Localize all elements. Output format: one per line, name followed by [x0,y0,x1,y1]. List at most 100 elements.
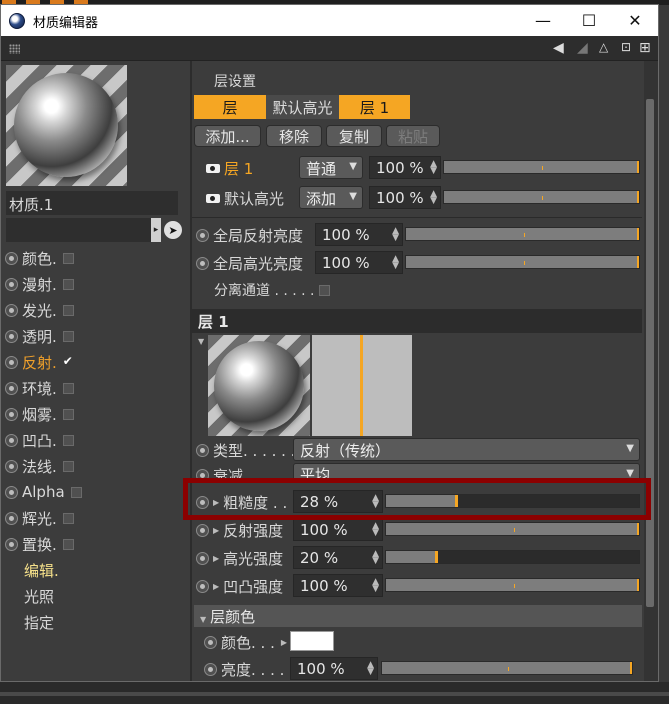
layer-opacity-input[interactable]: 100 % ▲ ▼ [369,186,441,209]
checkmark-icon[interactable]: ✔ [63,355,77,368]
channel-bump[interactable]: 凹凸. [5,428,74,452]
channel-alpha[interactable]: Alpha [5,480,82,504]
minimize-button[interactable]: — [520,5,566,36]
channel-checkbox[interactable] [62,512,74,524]
reflection-strength-slider[interactable] [385,522,640,536]
vertical-scrollbar[interactable] [644,61,658,681]
layer-select-field[interactable] [6,218,151,242]
channel-displacement[interactable]: 置换. [5,532,74,556]
channel-checkbox[interactable] [62,304,74,316]
expand-triangle-icon[interactable]: ▶ [213,554,219,563]
layer-opacity-input[interactable]: 100 % ▲ ▼ [369,156,441,179]
channel-checkbox[interactable] [62,382,74,394]
spinner-icon[interactable]: ▲ ▼ [392,227,399,243]
channel-checkbox[interactable] [62,330,74,342]
channel-transparency[interactable]: 透明. [5,324,74,348]
layer-preview[interactable] [208,335,310,436]
type-row[interactable]: 类型. . . . . . . [196,438,305,462]
specular-strength-row[interactable]: ▶ 高光强度 [196,546,283,570]
global-specular-slider[interactable] [405,255,640,269]
channel-environment[interactable]: 环境. [5,376,74,400]
channel-diffusion[interactable]: 漫射. [5,272,74,296]
up-arrow-icon[interactable]: ◢ [577,40,588,56]
nav-illumination[interactable]: 光照 [24,586,54,607]
channel-luminance[interactable]: 发光. [5,298,74,322]
channel-checkbox[interactable] [62,538,74,550]
nav-assignment[interactable]: 指定 [24,612,54,633]
spinner-icon[interactable]: ▲ ▼ [372,578,379,594]
scrollbar-thumb[interactable] [646,99,654,607]
caret-down-icon[interactable]: ▼ [198,337,204,346]
bump-strength-slider[interactable] [385,578,640,592]
back-arrow-icon[interactable]: ◀ [553,40,564,56]
channel-color[interactable]: 颜色. [5,246,74,270]
spinner-icon[interactable]: ▲ ▼ [430,190,437,206]
global-reflection-input[interactable]: 100 % ▲ ▼ [315,223,403,246]
maximize-button[interactable]: ☐ [566,5,612,36]
layer-color-row[interactable]: 颜色. . . ▶ [204,630,291,654]
bump-strength-input[interactable]: 100 % ▲ ▼ [293,574,383,597]
close-button[interactable]: ✕ [612,5,658,36]
channel-checkbox[interactable] [62,434,74,446]
material-preview[interactable] [6,65,127,186]
tab-default-specular[interactable]: 默认高光 [266,95,339,119]
grip-icon[interactable] [9,44,20,54]
brightness-row[interactable]: 亮度. . . . . [204,657,294,681]
separate-pass-row[interactable]: 分离通道 . . . . . [214,278,330,302]
tab-layer-1[interactable]: 层 1 [339,95,410,119]
channel-checkbox[interactable] [62,278,74,290]
brightness-slider[interactable] [381,661,633,675]
spinner-icon[interactable]: ▲ ▼ [372,522,379,538]
slider-knob[interactable] [434,551,438,563]
spinner-icon[interactable]: ▲ ▼ [430,160,437,176]
channel-checkbox[interactable] [62,460,74,472]
new-panel-icon[interactable]: ⊞ [639,40,651,56]
nav-editor[interactable]: 编辑. [24,560,59,581]
triangle-icon[interactable]: △ [599,40,608,54]
visibility-icon[interactable] [206,193,220,203]
color-swatch[interactable] [290,631,334,651]
lock-icon[interactable]: ⊡ [621,40,631,54]
layer-opacity-slider[interactable] [443,160,640,174]
tab-layer[interactable]: 层 [194,95,266,119]
expand-triangle-icon[interactable]: ▶ [213,582,219,591]
material-name-field[interactable]: 材质.1 [6,191,178,215]
channel-checkbox[interactable] [70,486,82,498]
spinner-icon[interactable]: ▲ ▼ [392,255,399,271]
layer-color-header[interactable]: ▼ 层颜色 [194,605,642,627]
channel-reflectance[interactable]: 反射. ✔ [5,350,77,374]
pick-arrow-icon[interactable]: ➤ [164,221,182,239]
brightness-input[interactable]: 100 % ▲ ▼ [290,657,378,680]
channel-checkbox[interactable] [62,408,74,420]
global-reflection-slider[interactable] [405,227,640,241]
remove-layer-button[interactable]: 移除 [266,125,322,147]
reflection-strength-row[interactable]: ▶ 反射强度 [196,518,283,542]
global-specular-input[interactable]: 100 % ▲ ▼ [315,251,403,274]
channel-normal[interactable]: 法线. [5,454,74,478]
separate-pass-checkbox[interactable] [318,284,330,296]
visibility-icon[interactable] [206,163,220,173]
bump-strength-row[interactable]: ▶ 凹凸强度 [196,574,283,598]
copy-layer-button[interactable]: 复制 [326,125,382,147]
channel-fog[interactable]: 烟雾. [5,402,74,426]
blend-mode-dropdown[interactable]: 添加 ▼ [299,186,363,209]
global-reflection-row[interactable]: 全局反射亮度 [196,223,303,247]
chevron-right-icon[interactable]: ▸ [151,218,161,242]
paste-layer-button[interactable]: 粘贴 [386,125,440,147]
expand-triangle-icon[interactable]: ▶ [213,526,219,535]
channel-checkbox[interactable] [62,252,74,264]
layer-opacity-slider[interactable] [443,190,640,204]
specular-strength-slider[interactable] [385,550,640,564]
spinner-icon[interactable]: ▲ ▼ [367,661,374,677]
expand-triangle-icon[interactable]: ▶ [281,638,287,647]
specular-strength-input[interactable]: 20 % ▲ ▼ [293,546,383,569]
blend-mode-dropdown[interactable]: 普通 ▼ [299,156,363,179]
spinner-icon[interactable]: ▲ ▼ [372,550,379,566]
layer-row-1[interactable]: 层 1 [206,156,253,180]
layer-row-default-specular[interactable]: 默认高光 [206,186,284,210]
global-specular-row[interactable]: 全局高光亮度 [196,251,303,275]
add-layer-button[interactable]: 添加... [194,125,261,147]
channel-glow[interactable]: 辉光. [5,506,74,530]
type-dropdown[interactable]: 反射（传统） ▼ [293,438,640,461]
reflection-strength-input[interactable]: 100 % ▲ ▼ [293,518,383,541]
